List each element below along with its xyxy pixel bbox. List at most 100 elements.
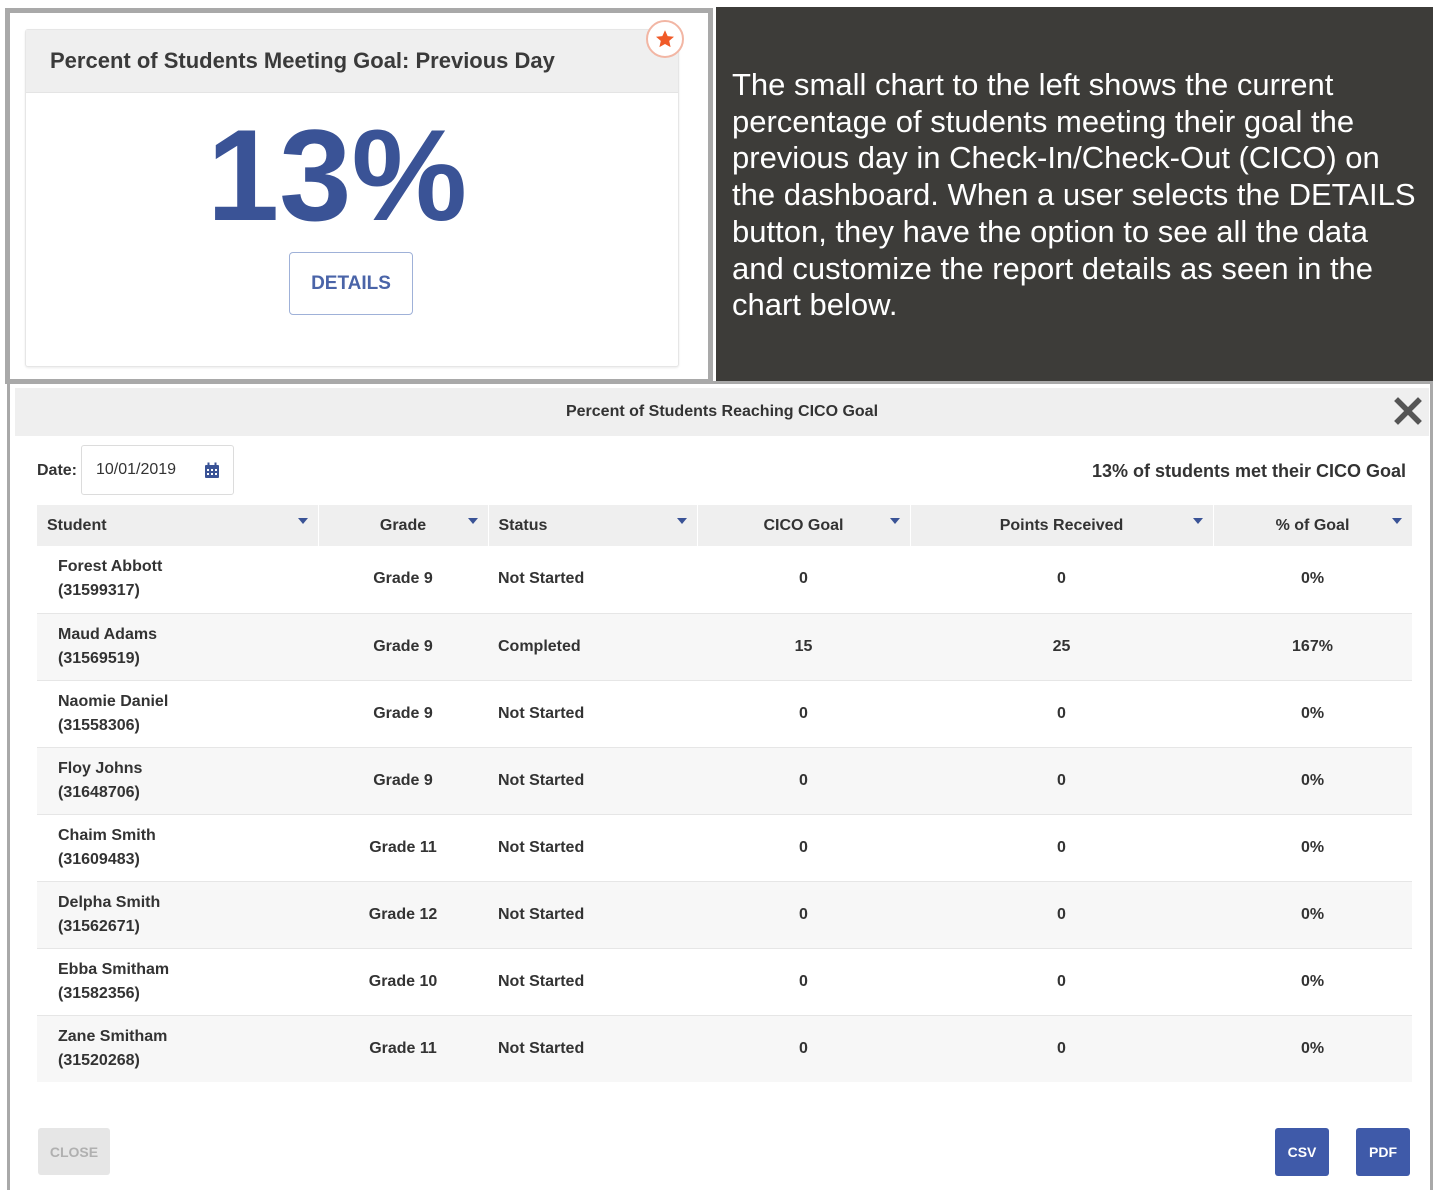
student-id: (31520268) [58,1051,140,1069]
description-text: The small chart to the left shows the cu… [732,67,1416,323]
cell-status: Not Started [488,814,697,882]
details-modal: Percent of Students Reaching CICO Goal D… [7,381,1433,1190]
column-header-points-received[interactable]: Points Received [910,505,1214,546]
description-panel: The small chart to the left shows the cu… [716,7,1433,381]
sort-caret-icon[interactable] [676,518,687,524]
cell-grade: Grade 11 [318,1015,488,1082]
student-name: Floy Johns [58,759,143,777]
cell-points-received: 0 [910,948,1213,1016]
cell-status: Not Started [488,680,697,748]
sort-caret-icon[interactable] [889,518,900,524]
table-header-row: Student Grade Status CICO Goal Points Re… [37,505,1413,546]
close-button[interactable]: CLOSE [38,1128,110,1175]
cell-cico-goal: 0 [697,1015,910,1082]
cell-grade: Grade 9 [318,747,488,815]
cell-points-received: 25 [910,613,1213,681]
student-name: Delpha Smith [58,893,161,911]
cell-cico-goal: 0 [697,546,910,614]
cell-cico-goal: 0 [697,680,910,748]
sort-caret-icon[interactable] [1391,518,1402,524]
goal-widget-card: Percent of Students Meeting Goal: Previo… [25,20,684,367]
table-row: Delpha Smith (31562671) Grade 12 Not Starte… [37,881,1412,949]
cell-percent-of-goal: 167% [1213,613,1412,681]
cell-grade: Grade 12 [318,881,488,949]
cell-percent-of-goal: 0% [1213,881,1412,949]
cell-student: Ebba Smitham (31582356) [37,948,318,1016]
pdf-button[interactable]: PDF [1356,1128,1410,1176]
cell-points-received: 0 [910,1015,1213,1082]
cell-percent-of-goal: 0% [1213,814,1412,882]
modal-title: Percent of Students Reaching CICO Goal [565,403,879,420]
table-row: Forest Abbott (31599317) Grade 9 Not Starte… [37,546,1412,614]
column-header-student[interactable]: Student [37,505,319,546]
table-row: Zane Smitham (31520268) Grade 11 Not Starte… [37,1015,1412,1082]
calendar-icon[interactable] [204,462,220,479]
table-row: Floy Johns (31648706) Grade 9 Not Started 0 0… [37,747,1412,815]
sort-caret-icon[interactable] [297,518,308,524]
cell-status: Completed [488,613,697,681]
cell-points-received: 0 [910,747,1213,815]
goal-percentage-value: 13% [206,102,468,248]
column-header-grade[interactable]: Grade [318,505,489,546]
sort-caret-icon[interactable] [1192,518,1203,524]
cell-grade: Grade 11 [318,814,488,882]
table-row: Maud Adams (31569519) Grade 9 Completed 15 25… [37,613,1412,681]
date-label: Date: [37,462,78,479]
cell-points-received: 0 [910,680,1213,748]
cell-points-received: 0 [910,546,1213,614]
student-id: (31609483) [58,850,140,868]
student-name: Maud Adams [58,625,157,643]
cell-student: Chaim Smith (31609483) [37,814,318,882]
student-name: Zane Smitham [58,1027,168,1045]
cell-status: Not Started [488,546,697,614]
column-header-cico-goal[interactable]: CICO Goal [697,505,911,546]
students-table: Student Grade Status CICO Goal Points Re… [37,505,1413,1082]
table-row: Ebba Smitham (31582356) Grade 10 Not Starte… [37,948,1412,1016]
cell-percent-of-goal: 0% [1213,747,1412,815]
cell-points-received: 0 [910,881,1213,949]
date-value: 10/01/2019 [96,461,177,478]
cell-percent-of-goal: 0% [1213,680,1412,748]
cell-points-received: 0 [910,814,1213,882]
cell-status: Not Started [488,747,697,815]
cell-percent-of-goal: 0% [1213,1015,1412,1082]
close-icon[interactable] [1393,396,1423,426]
table-row: Chaim Smith (31609483) Grade 11 Not Started… [37,814,1412,882]
student-id: (31582356) [58,984,140,1002]
cell-cico-goal: 0 [697,881,910,949]
student-name: Chaim Smith [58,826,156,844]
column-header-percent-of-goal[interactable]: % of Goal [1213,505,1413,546]
student-name: Naomie Daniel [58,692,169,710]
cell-cico-goal: 0 [697,747,910,815]
column-header-status[interactable]: Status [488,505,698,546]
favorite-button[interactable] [646,20,684,58]
student-id: (31569519) [58,649,140,667]
cell-student: Zane Smitham (31520268) [37,1015,318,1082]
student-id: (31599317) [58,582,140,600]
cell-cico-goal: 0 [697,814,910,882]
student-id: (31648706) [58,783,140,801]
cell-percent-of-goal: 0% [1213,546,1412,614]
summary-text: 13% of students met their CICO Goal [1091,461,1406,481]
cell-student: Forest Abbott (31599317) [37,546,318,614]
cell-grade: Grade 10 [318,948,488,1016]
cell-student: Delpha Smith (31562671) [37,881,318,949]
cell-student: Floy Johns (31648706) [37,747,318,815]
student-id: (31558306) [58,716,140,734]
cell-student: Maud Adams (31569519) [37,613,318,681]
cell-grade: Grade 9 [318,680,488,748]
sort-caret-icon[interactable] [467,518,478,524]
table-row: Naomie Daniel (31558306) Grade 9 Not Starte… [37,680,1412,748]
student-name: Forest Abbott [58,558,163,576]
details-button[interactable]: DETAILS [289,252,413,315]
cell-status: Not Started [488,948,697,1016]
cell-status: Not Started [488,881,697,949]
cell-student: Naomie Daniel (31558306) [37,680,318,748]
csv-button[interactable]: CSV [1275,1128,1329,1176]
widget-title: Percent of Students Meeting Goal: Previo… [26,30,678,93]
cell-cico-goal: 0 [697,948,910,1016]
cell-percent-of-goal: 0% [1213,948,1412,1016]
date-input[interactable]: 10/01/2019 [81,445,234,495]
student-id: (31562671) [58,917,140,935]
cell-status: Not Started [488,1015,697,1082]
